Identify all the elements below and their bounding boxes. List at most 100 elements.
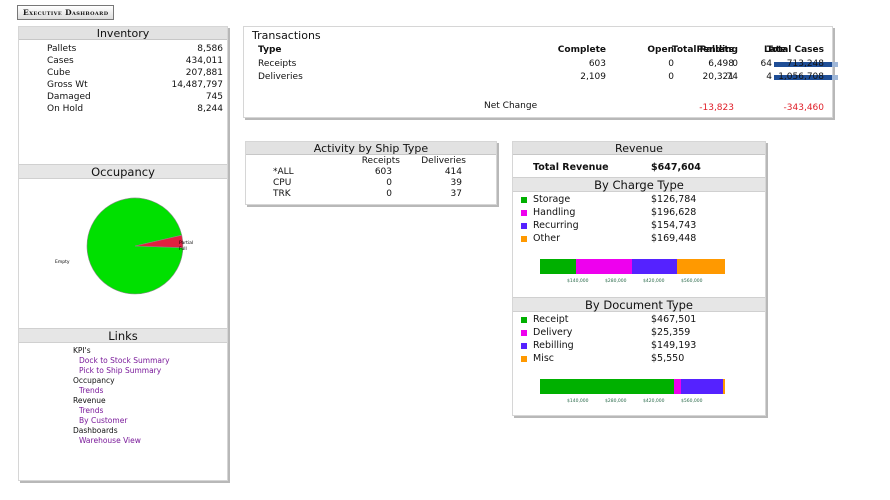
total-revenue-label: Total Revenue (533, 162, 609, 173)
inventory-row: Cases 434,011 (47, 56, 223, 67)
links-header: Links (19, 328, 227, 343)
revenue-item-label: Handling (533, 207, 576, 218)
link-item[interactable]: Pick to Ship Summary (79, 366, 161, 375)
revenue-item-value: $25,359 (651, 327, 691, 338)
legend-swatch (521, 197, 527, 203)
revenue-item-label: Rebilling (533, 340, 574, 351)
bar-segment (540, 259, 577, 274)
net-change-label: Net Change (484, 101, 538, 111)
axis-tick-label: $560,000 (681, 399, 703, 404)
inventory-label: Damaged (47, 92, 91, 102)
charge-type-bar (540, 259, 725, 274)
revenue-item-label: Delivery (533, 327, 573, 338)
inventory-row: On Hold 8,244 (47, 104, 223, 115)
transaction-complete: 603 (588, 59, 606, 69)
transaction-complete: 2,109 (580, 72, 606, 82)
legend-swatch (521, 317, 527, 323)
transaction-total-cases: 1,056,708 (778, 72, 824, 82)
activity-receipts: 603 (374, 167, 392, 177)
activity-receipts: 0 (386, 178, 392, 188)
charge-type-header: By Charge Type (513, 177, 765, 192)
activity-panel: Activity by Ship Type Receipts Deliveries… (245, 141, 497, 205)
bar-segment (723, 379, 725, 394)
legend-swatch (521, 343, 527, 349)
inventory-value: 745 (205, 92, 223, 102)
axis-tick-label: $560,000 (681, 279, 703, 284)
occupancy-chart: Empty Partial Full (19, 182, 227, 332)
inventory-row: Pallets 8,586 (47, 44, 223, 55)
transaction-type: Receipts (258, 59, 297, 69)
bar-segment (676, 259, 725, 274)
inventory-row: Cube 207,881 (47, 68, 223, 79)
transaction-type: Deliveries (258, 72, 303, 82)
axis-tick-label: $420,000 (643, 399, 665, 404)
inventory-label: Cube (47, 68, 71, 78)
inventory-label: Cases (47, 56, 74, 66)
transactions-col-header: Total Cases (766, 45, 824, 55)
link-group-label: Occupancy (73, 376, 115, 385)
inventory-row: Gross Wt 14,487,797 (47, 80, 223, 91)
inventory-row: Damaged 745 (47, 92, 223, 103)
axis-tick-label: $420,000 (643, 279, 665, 284)
transactions-col-header: Type (258, 45, 282, 55)
activity-col-header: Receipts (361, 156, 400, 166)
activity-type: TRK (273, 189, 291, 199)
activity-deliveries: 37 (450, 189, 462, 199)
net-change-cases: -343,460 (783, 103, 824, 113)
link-item[interactable]: By Customer (79, 416, 127, 425)
axis-tick-label: $140,000 (567, 279, 589, 284)
revenue-item-label: Misc (533, 353, 555, 364)
link-item[interactable]: Warehouse View (79, 436, 141, 445)
revenue-item-label: Recurring (533, 220, 579, 231)
document-type-header: By Document Type (513, 297, 765, 312)
bar-segment (680, 379, 724, 394)
inventory-label: Gross Wt (47, 80, 88, 90)
document-type-bar (540, 379, 725, 394)
revenue-item-value: $126,784 (651, 194, 697, 205)
inventory-value: 8,586 (197, 44, 223, 54)
link-item[interactable]: Trends (79, 386, 103, 395)
axis-tick-label: $140,000 (567, 399, 589, 404)
link-group-label: KPI's (73, 346, 91, 355)
inventory-label: Pallets (47, 44, 77, 54)
revenue-item-value: $5,550 (651, 353, 685, 364)
axis-tick-label: $280,000 (605, 279, 627, 284)
revenue-panel: Revenue Total Revenue $647,604 By Charge… (512, 141, 766, 416)
activity-deliveries: 39 (450, 178, 462, 188)
legend-swatch (521, 330, 527, 336)
inventory-value: 207,881 (185, 68, 223, 78)
transactions-panel: Transactions Type Complete Open Pending Late… (243, 26, 838, 118)
pie-label-empty: Empty (55, 259, 70, 265)
revenue-item-label: Other (533, 233, 560, 244)
activity-type: *ALL (273, 167, 294, 177)
revenue-item-value: $467,501 (651, 314, 697, 325)
transaction-total-pallets: 20,321 (702, 72, 735, 82)
transactions-col-header: Total Pallets (671, 45, 734, 55)
legend-swatch (521, 236, 527, 242)
activity-deliveries: 414 (444, 167, 462, 177)
activity-header: Activity by Ship Type (246, 142, 496, 155)
bar-segment (632, 259, 677, 274)
bar-segment (540, 379, 674, 394)
transactions-title: Transactions (252, 29, 321, 42)
activity-type: CPU (273, 178, 292, 188)
pie-label-full: Full (179, 246, 187, 252)
inventory-value: 8,244 (197, 104, 223, 114)
transaction-total-cases: 713,248 (786, 59, 824, 69)
inventory-label: On Hold (47, 104, 84, 114)
total-revenue-value: $647,604 (651, 162, 701, 173)
legend-swatch (521, 223, 527, 229)
revenue-item-label: Storage (533, 194, 571, 205)
inventory-header: Inventory (19, 27, 227, 40)
link-item[interactable]: Dock to Stock Summary (79, 356, 170, 365)
revenue-item-value: $154,743 (651, 220, 697, 231)
revenue-header: Revenue (513, 142, 765, 155)
bar-segment (576, 259, 633, 274)
revenue-item-value: $169,448 (651, 233, 697, 244)
bar-segment (673, 379, 681, 394)
net-change-pallets: -13,823 (699, 103, 734, 113)
revenue-item-value: $196,628 (651, 207, 697, 218)
occupancy-pie: Empty Partial Full (55, 197, 193, 295)
link-item[interactable]: Trends (79, 406, 103, 415)
inventory-value: 14,487,797 (171, 80, 223, 90)
